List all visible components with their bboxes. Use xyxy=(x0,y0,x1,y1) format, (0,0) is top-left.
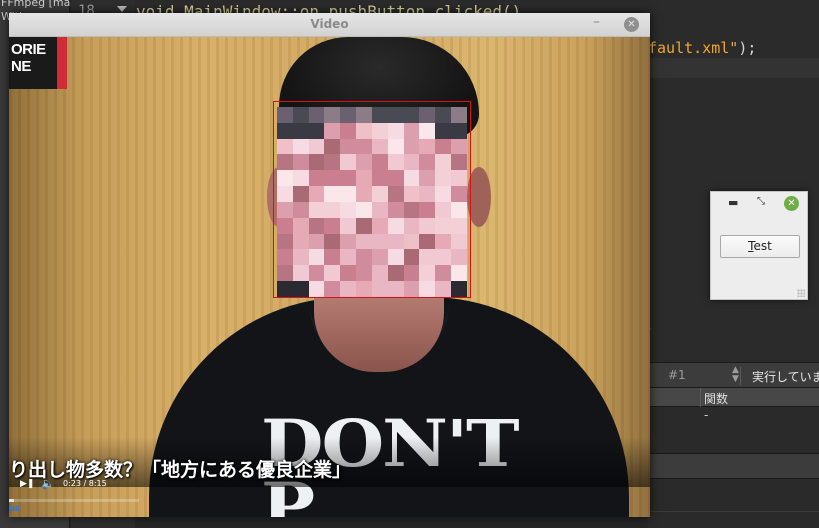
debugger-lower-panel xyxy=(648,479,819,528)
seek-bar[interactable] xyxy=(9,499,139,502)
test-titlebar[interactable]: ▬ ⤡ ✕ xyxy=(711,192,807,216)
toolbar-separator xyxy=(740,367,741,385)
window-title: Video xyxy=(310,17,349,31)
column-function[interactable]: 関数 xyxy=(704,390,728,407)
code-string: fault.xml" xyxy=(648,39,739,57)
test-button[interactable]: Test xyxy=(720,235,800,258)
code-punct: ); xyxy=(738,39,757,57)
volume-icon[interactable]: 🔈 xyxy=(41,477,55,490)
test-button-label: est xyxy=(753,239,772,253)
stack-table-header: 関数 xyxy=(648,388,819,407)
frame-selector[interactable]: #1 xyxy=(668,368,686,382)
code-fragment: fault.xml"); xyxy=(648,39,756,57)
restore-icon[interactable]: ⤡ xyxy=(757,196,765,207)
debugger-toolbar-secondary xyxy=(648,453,819,479)
close-icon[interactable]: ✕ xyxy=(624,17,639,32)
minimize-icon[interactable]: ▬ xyxy=(728,196,738,209)
video-window[interactable]: Video – ✕ ORIE NE DON'T P り出し物多数？「地方にある優… xyxy=(9,13,650,517)
table-cell: - xyxy=(704,408,709,422)
seek-bar-fill xyxy=(9,499,15,502)
channel-logo: ORIE NE xyxy=(9,37,67,89)
project-item-ffmpeg[interactable]: FFmpeg [ma xyxy=(1,0,70,9)
video-frame: ORIE NE DON'T P り出し物多数？「地方にある優良企業」 ▶❚ 🔈 … xyxy=(9,37,650,517)
debugger-toolbar: #1 ▲ ▼ 実行していま xyxy=(648,362,819,388)
player-controls: ▶❚ 🔈 0:23 / 8:15 xyxy=(9,475,159,495)
play-icon[interactable]: ▶❚ xyxy=(20,479,34,489)
test-window[interactable]: ▬ ⤡ ✕ Test xyxy=(710,191,808,300)
corner-mark: NE xyxy=(9,505,20,513)
debugger-status: 実行していま xyxy=(752,370,819,384)
fold-arrow-icon[interactable] xyxy=(117,6,127,12)
column-separator xyxy=(700,388,701,407)
video-titlebar[interactable]: Video – ✕ xyxy=(9,13,650,37)
minimize-icon[interactable]: – xyxy=(593,15,600,29)
face-detection-box xyxy=(273,101,471,298)
resize-grip-icon[interactable] xyxy=(797,289,805,297)
stack-table-rows: - xyxy=(648,407,819,453)
spin-arrows-icon[interactable]: ▲ ▼ xyxy=(732,366,739,384)
channel-logo-bar xyxy=(57,37,67,89)
close-icon[interactable]: ✕ xyxy=(784,196,799,211)
channel-logo-text: ORIE NE xyxy=(11,41,46,75)
time-display: 0:23 / 8:15 xyxy=(63,479,107,488)
